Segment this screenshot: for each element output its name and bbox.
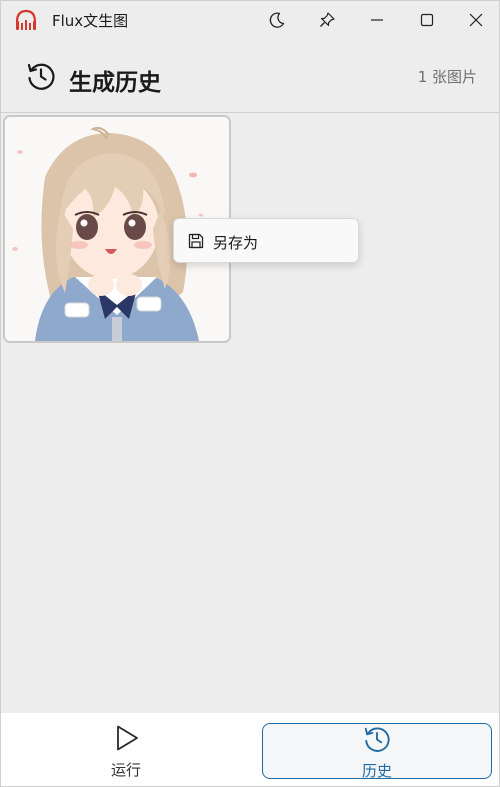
nav-history-label: 历史 xyxy=(361,762,392,780)
nav-history-button[interactable]: 历史 xyxy=(262,723,492,780)
window-title: Flux文生图 xyxy=(52,12,129,30)
save-icon xyxy=(187,232,205,250)
history-icon xyxy=(25,60,57,92)
minimize-icon xyxy=(370,13,384,27)
bottom-navigation: 运行 历史 xyxy=(1,713,499,786)
history-icon xyxy=(362,724,392,754)
menu-item-label: 另存为 xyxy=(213,234,259,252)
title-bar[interactable]: Flux文生图 xyxy=(1,1,499,39)
close-button[interactable] xyxy=(451,1,499,39)
theme-toggle-button[interactable] xyxy=(252,1,302,39)
maximize-button[interactable] xyxy=(402,1,452,39)
nav-run-button[interactable]: 运行 xyxy=(11,723,241,779)
nav-run-label: 运行 xyxy=(110,761,141,779)
page-title: 生成历史 xyxy=(69,69,161,95)
page-header: 生成历史 1 张图片 xyxy=(1,45,499,111)
minimize-button[interactable] xyxy=(352,1,402,39)
pin-icon xyxy=(318,11,336,29)
close-icon xyxy=(469,13,483,27)
play-icon xyxy=(111,723,141,753)
history-gallery xyxy=(1,113,499,713)
app-logo-icon xyxy=(14,9,38,31)
context-menu: 另存为 xyxy=(173,218,359,263)
moon-icon xyxy=(268,11,286,29)
maximize-icon xyxy=(420,13,434,27)
pin-button[interactable] xyxy=(302,1,352,39)
image-count-label: 1 张图片 xyxy=(417,68,477,86)
menu-item-save-as[interactable]: 另存为 xyxy=(178,223,354,259)
app-window: Flux文生图 生成历史 1 张图片 另存为 运行 历史 xyxy=(0,0,500,787)
